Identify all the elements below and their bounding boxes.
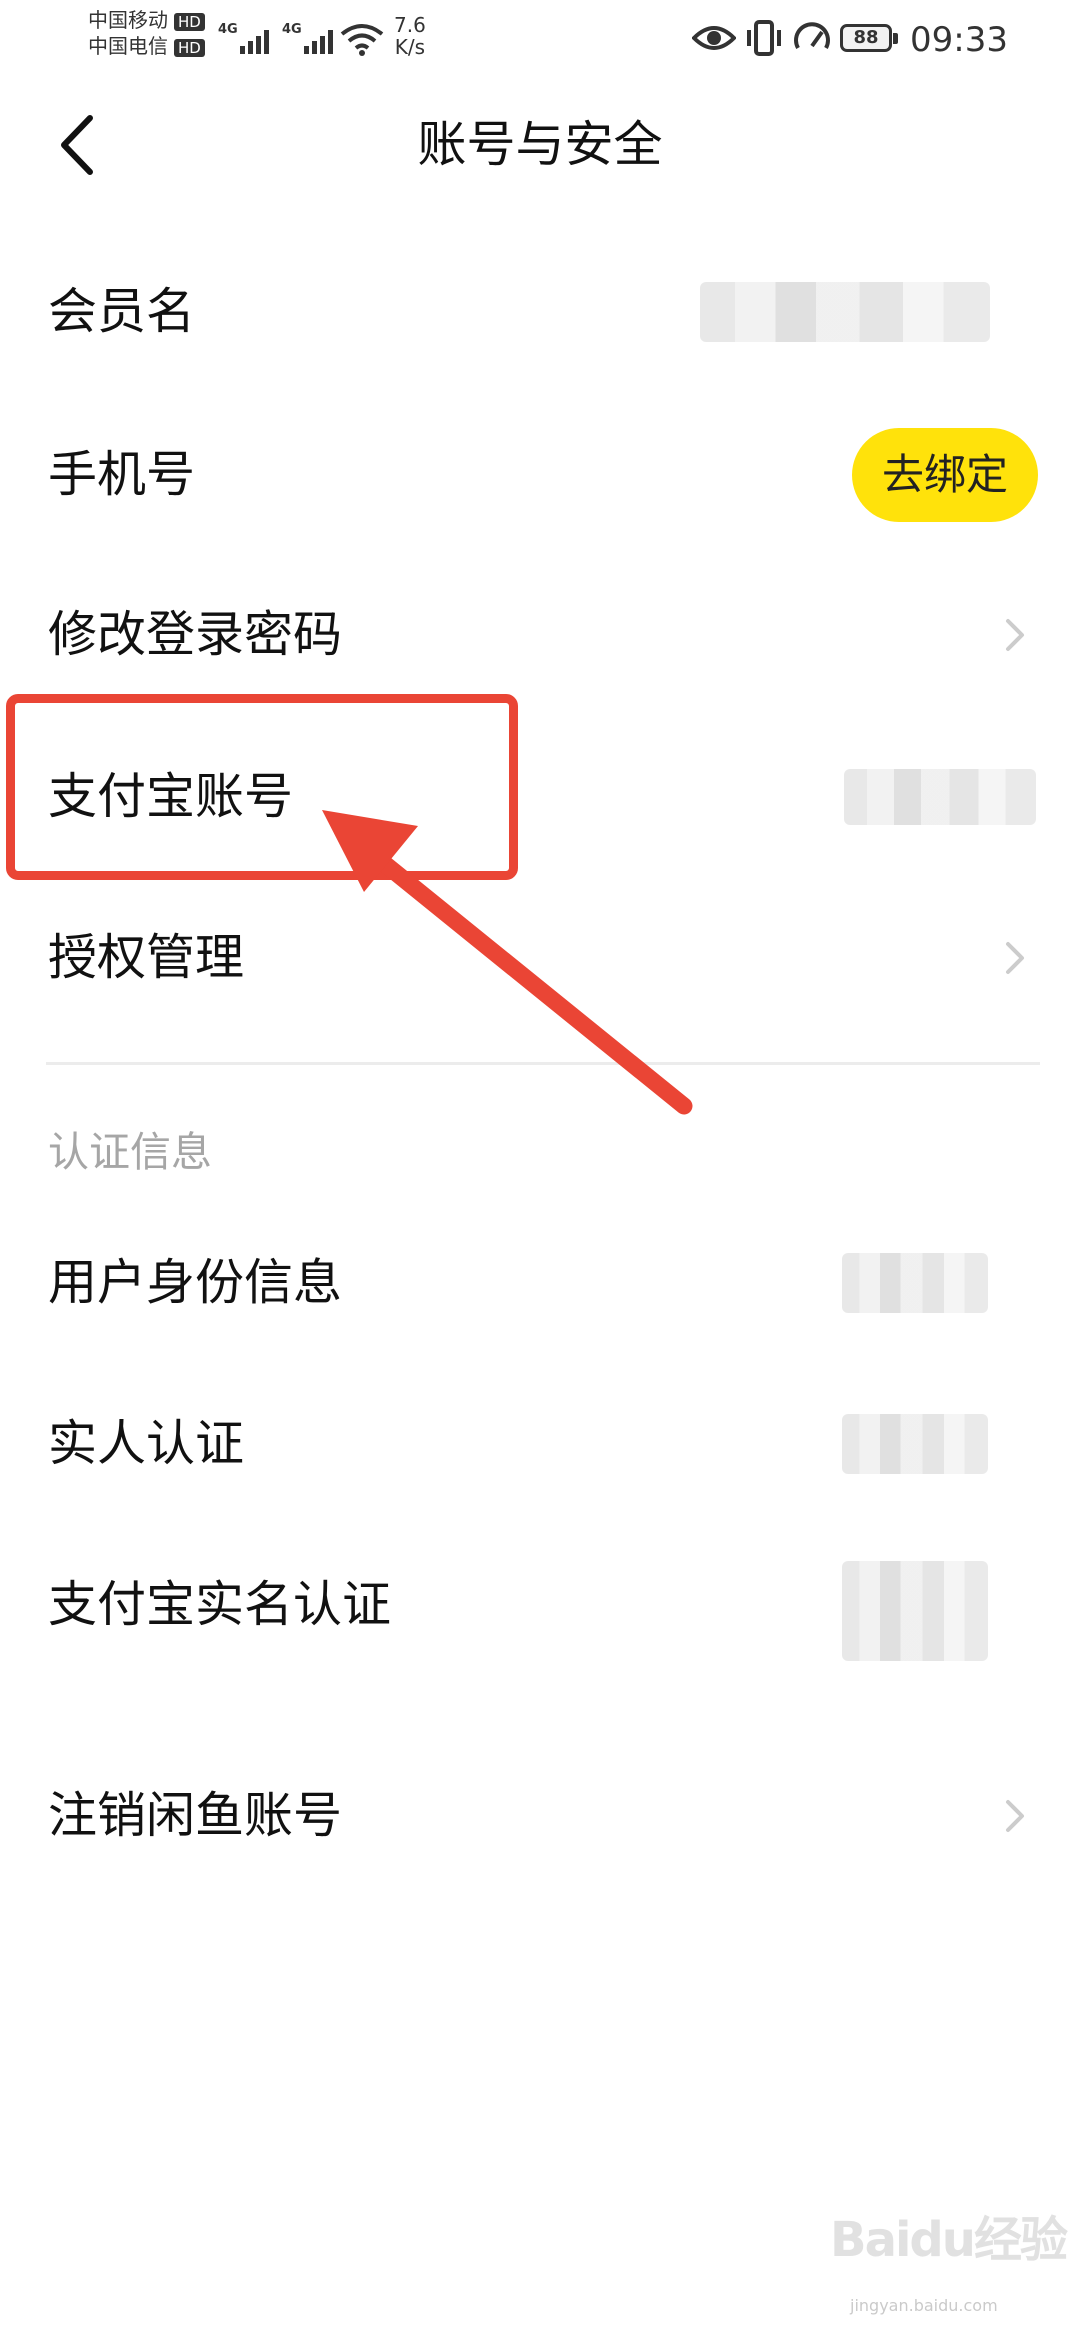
- baidu-watermark: Baidu经验: [830, 2212, 1068, 2268]
- annotation-arrow-icon: [322, 810, 693, 1115]
- watermark-url: jingyan.baidu.com: [850, 2296, 998, 2315]
